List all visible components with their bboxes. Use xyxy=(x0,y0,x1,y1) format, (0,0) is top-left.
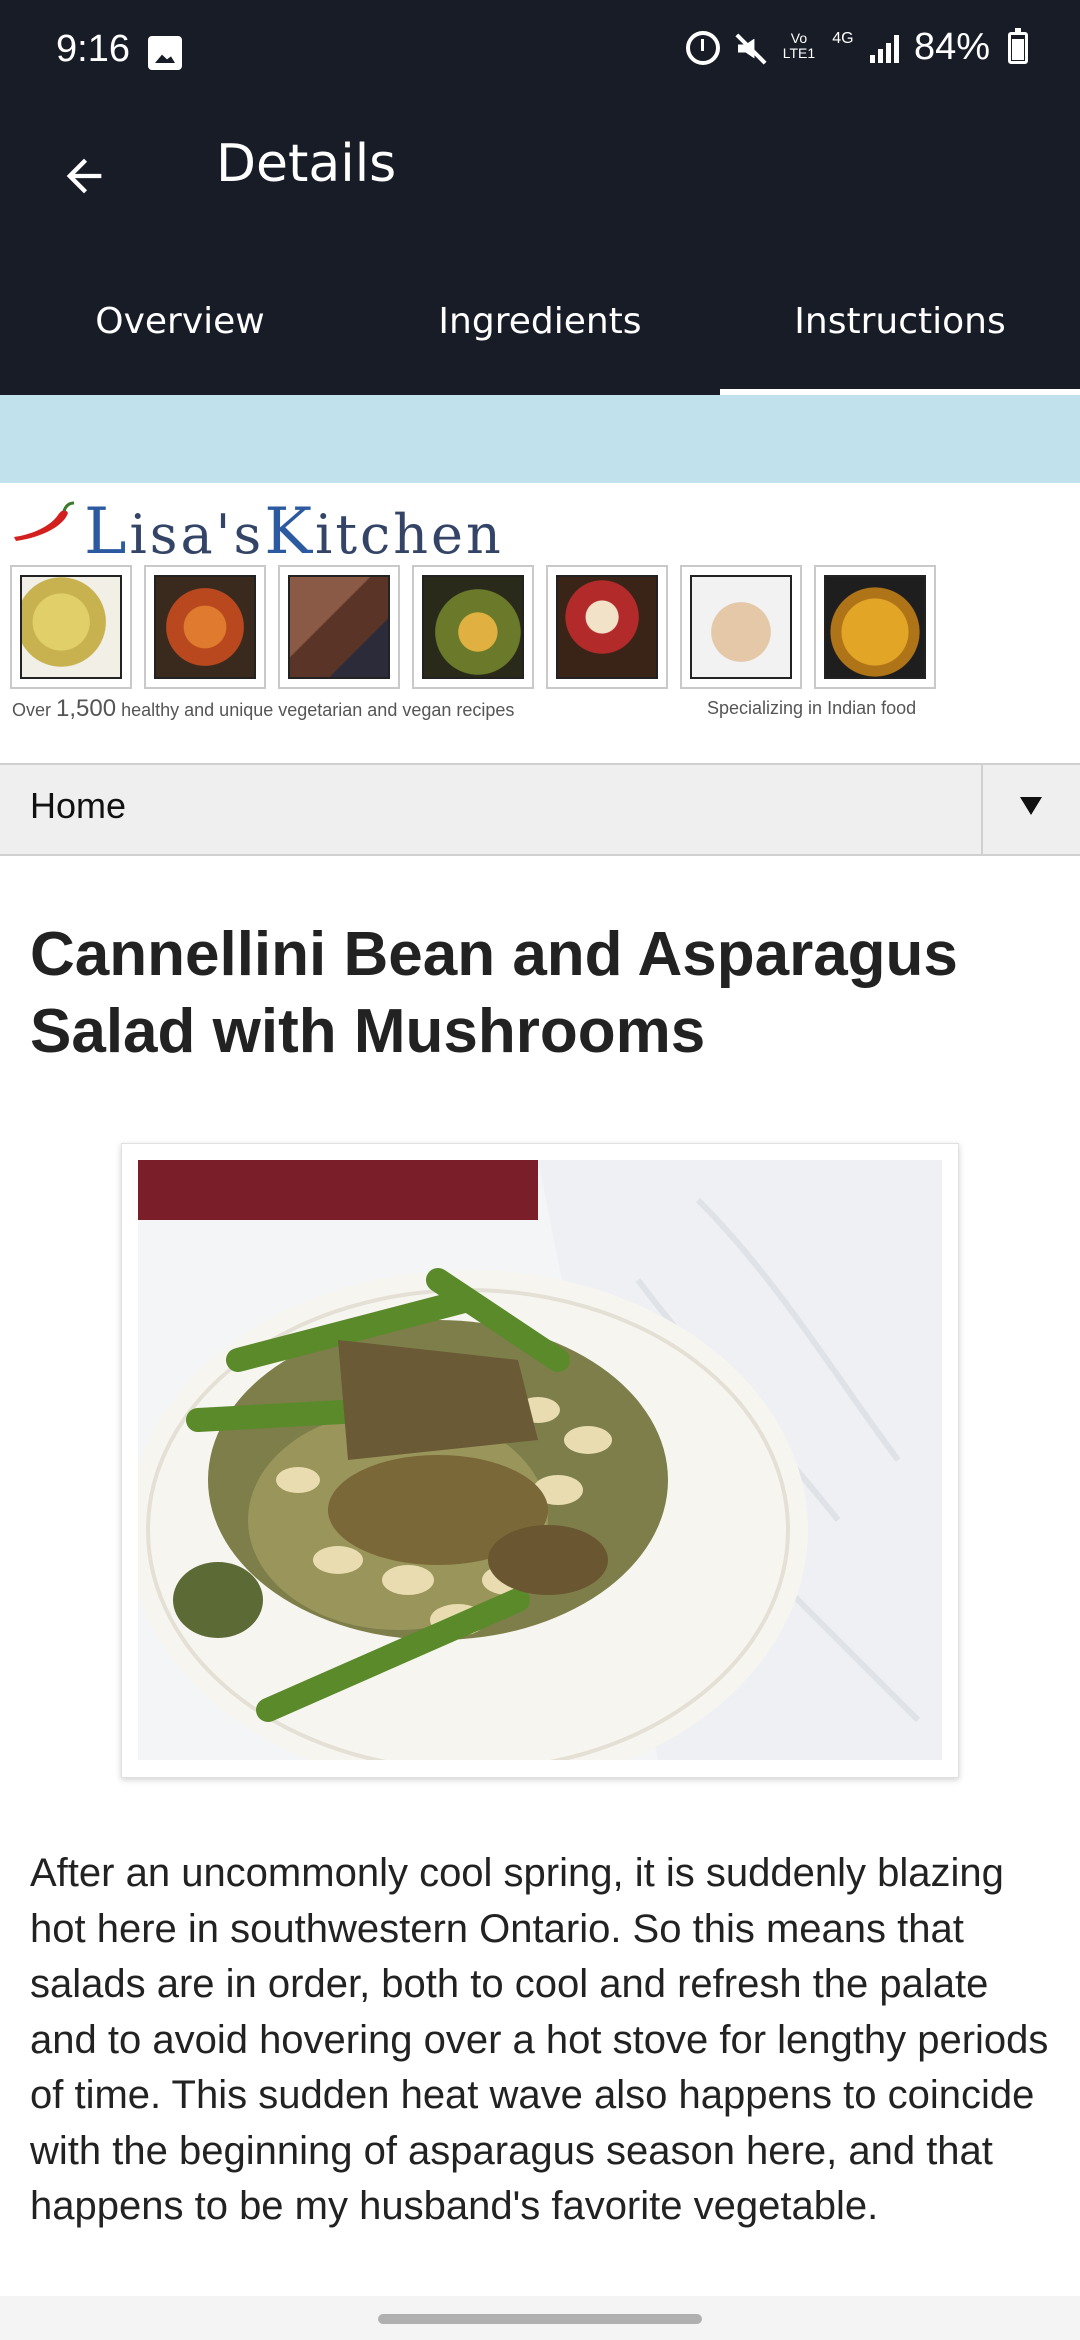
status-icons: Vo LTE1 4G 84% xyxy=(685,26,1028,69)
recipe-intro-text: After an uncommonly cool spring, it is s… xyxy=(30,1851,1049,2228)
chili-pepper-icon xyxy=(14,501,75,541)
battery-icon xyxy=(1008,27,1028,64)
nav-selected-label: Home xyxy=(30,785,127,826)
site-logo: Lisa'sKitchen xyxy=(84,495,504,569)
tab-ingredients[interactable]: Ingredients xyxy=(360,290,720,395)
network-4g-icon: 4G xyxy=(832,29,854,47)
banner-thumbnails xyxy=(10,565,936,689)
banner-thumbnail xyxy=(680,565,802,689)
mute-icon xyxy=(734,31,768,65)
system-nav-bar xyxy=(0,2296,1080,2340)
nav-divider xyxy=(981,765,983,854)
battery-percent: 84% xyxy=(913,26,990,68)
banner-thumbnail xyxy=(814,565,936,689)
recipe-photo[interactable] xyxy=(138,1160,942,1760)
back-arrow-icon xyxy=(66,158,102,194)
photo-notification-icon xyxy=(148,36,182,70)
chevron-down-icon[interactable] xyxy=(1020,797,1042,815)
site-nav-dropdown[interactable]: Home xyxy=(0,763,1080,856)
tab-overview[interactable]: Overview xyxy=(0,290,360,395)
banner-thumbnail xyxy=(10,565,132,689)
signal-icon xyxy=(869,33,900,63)
home-gesture-handle[interactable] xyxy=(378,2314,702,2324)
tab-instructions[interactable]: Instructions xyxy=(720,290,1080,395)
recipe-photo-frame xyxy=(121,1143,959,1778)
banner-thumbnail xyxy=(144,565,266,689)
status-time: 9:16 xyxy=(56,28,130,70)
tab-bar: Overview Ingredients Instructions xyxy=(0,290,1080,395)
ad-banner-area xyxy=(0,395,1080,483)
banner-specialty: Specializing in Indian food xyxy=(707,698,917,718)
back-button[interactable] xyxy=(44,136,124,216)
status-bar: 9:16 Vo LTE1 4G 84% xyxy=(0,0,1080,100)
site-header-banner[interactable]: Lisa'sKitchen Over 1,500 healthy and uni… xyxy=(0,483,1080,763)
banner-thumbnail xyxy=(278,565,400,689)
banner-thumbnail xyxy=(412,565,534,689)
alarm-icon xyxy=(685,30,720,65)
page-title: Details xyxy=(216,134,397,194)
recipe-title: Cannellini Bean and Asparagus Salad with… xyxy=(30,920,958,1066)
banner-thumbnail xyxy=(546,565,668,689)
app-bar: Details Overview Ingredients Instruction… xyxy=(0,100,1080,395)
volte-icon: Vo LTE1 xyxy=(782,29,816,61)
banner-tagline: Over 1,500 healthy and unique vegetarian… xyxy=(12,695,515,722)
